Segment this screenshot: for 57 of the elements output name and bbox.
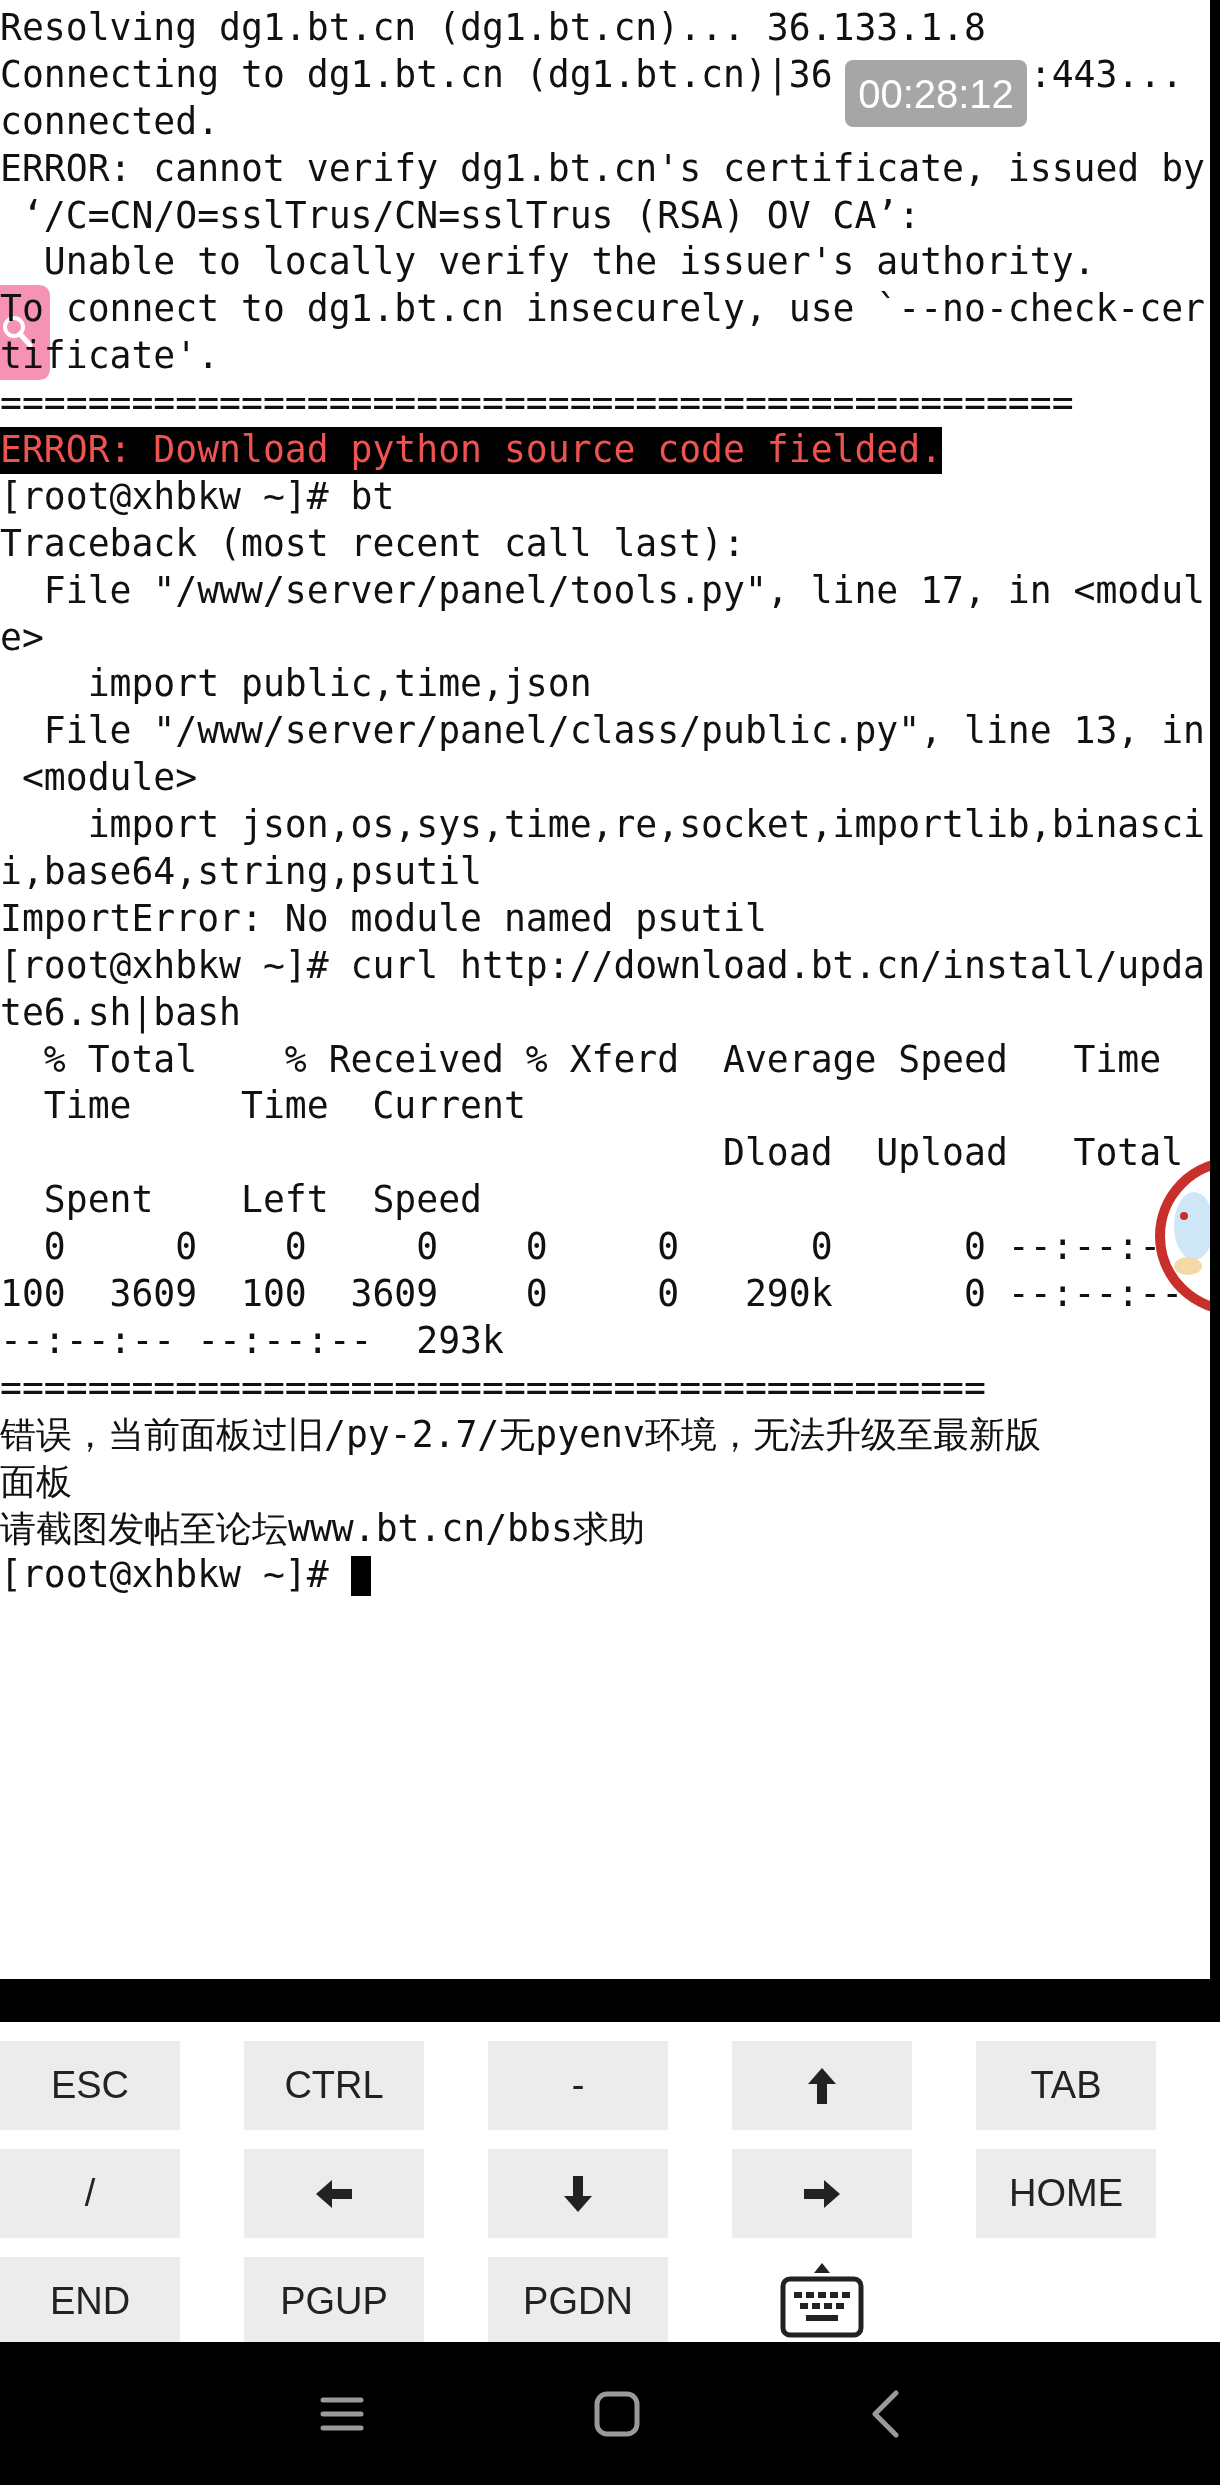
terminal-line: connected. <box>0 98 220 145</box>
recording-timer: 00:28:12 <box>845 60 1027 127</box>
terminal-text: ficate'. <box>43 333 220 380</box>
arrow-key[interactable] <box>244 2149 424 2238</box>
terminal-line: ImportError: No module named psutil <box>0 895 767 942</box>
back-icon[interactable] <box>870 2389 900 2438</box>
terminal-line: Unable to locally verify the issuer's authority. <box>42 239 1096 286</box>
terminal-line: e> <box>0 614 44 661</box>
arrow-key[interactable] <box>488 2149 668 2238</box>
terminal-line: File "/www/server/panel/class/public.py", line 13, in <box>42 708 1205 755</box>
terminal-line: ‘/C=CN/O=sslTrus/CN=sslTrus (RSA) OV CA’: <box>20 192 921 239</box>
terminal-line: ERROR: cannot verify dg1.bt.cn's certificate, issued by <box>0 145 1205 192</box>
terminal-line: 100 3609 100 3609 0 0 290k 0 --:--:-- <box>0 1271 1184 1318</box>
terminal-line: import json,os,sys,time,re,socket,importlib,binasci <box>86 802 1205 849</box>
terminal-line: ============================================= <box>0 1364 986 1411</box>
shell-prompt: [root@xhbkw ~]# <box>0 1552 330 1599</box>
terminal-line: Resolving dg1.bt.cn (dg1.bt.cn)... 36.133.1.8 <box>0 5 986 51</box>
terminal-line: % Total % Received % Xferd Average Speed Time <box>42 1036 1162 1083</box>
error-message: ERROR: Download python source code fielded. <box>0 427 943 474</box>
terminal-line: te6.sh|bash <box>0 989 241 1036</box>
terminal-line: --:--:-- --:--:-- 293k <box>0 1317 504 1364</box>
keyboard-key[interactable]: HOME <box>976 2149 1156 2238</box>
keyboard-key[interactable]: PGDN <box>488 2257 668 2342</box>
home-icon[interactable] <box>594 2390 640 2437</box>
terminal-text: ti <box>0 333 44 380</box>
terminal-line: [root@xhbkw ~]# bt <box>0 473 395 520</box>
keyboard-key[interactable]: PGUP <box>244 2257 424 2342</box>
keyboard-key[interactable]: CTRL <box>244 2041 424 2130</box>
terminal-line: 面板 <box>0 1458 72 1505</box>
terminal-line: Dload Upload Total <box>722 1130 1184 1177</box>
terminal-line: ================================================= <box>0 380 1074 427</box>
arrow-down-icon <box>562 2173 594 2214</box>
terminal-line: File "/www/server/panel/tools.py", line 17, in <modul <box>42 567 1205 614</box>
arrow-key[interactable] <box>732 2041 912 2130</box>
terminal-line: Connecting to dg1.bt.cn (dg1.bt.cn)|36 <box>0 51 833 98</box>
terminal-line: Spent Left Speed <box>42 1177 482 1224</box>
terminal-text: connect to dg1.bt.cn insecurely, use `--no-check-cer <box>64 286 1205 333</box>
keyboard-key[interactable]: - <box>488 2041 668 2130</box>
terminal-line: Time Time Current <box>42 1083 526 1130</box>
terminal-line: import public,time,json <box>86 661 592 708</box>
terminal-line: 错误，当前面板过旧/py-2.7/无pyenv环境，无法升级至最新版 <box>0 1411 1041 1458</box>
keyboard-key[interactable]: / <box>0 2149 180 2238</box>
terminal-line: [root@xhbkw ~]# curl http://download.bt.cn/install/upda <box>0 942 1205 989</box>
terminal-line: i,base64,string,psutil <box>0 849 482 896</box>
terminal-line: <module> <box>20 755 198 802</box>
menu-icon[interactable] <box>320 2395 364 2432</box>
terminal-line: 请截图发帖至论坛www.bt.cn/bbs求助 <box>0 1505 645 1552</box>
keyboard-key[interactable]: TAB <box>976 2041 1156 2130</box>
terminal-line: Traceback (most recent call last): <box>0 520 745 567</box>
arrow-right-icon <box>802 2177 842 2210</box>
keyboard-key[interactable]: ESC <box>0 2041 180 2130</box>
arrow-left-icon <box>314 2177 354 2210</box>
terminal-text: To <box>0 286 44 333</box>
terminal-line: 0 0 0 0 0 0 0 0 --:--:- <box>42 1224 1162 1271</box>
terminal-line: :443... <box>1029 51 1184 98</box>
arrow-key[interactable] <box>732 2149 912 2238</box>
keyboard-key[interactable]: END <box>0 2257 180 2342</box>
